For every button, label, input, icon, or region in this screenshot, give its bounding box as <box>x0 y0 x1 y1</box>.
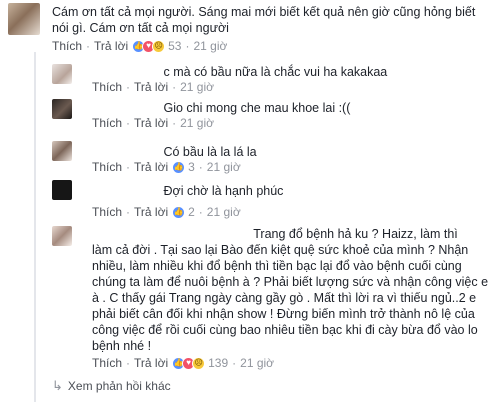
reply-text: Có bầu là la lá la <box>80 144 490 160</box>
reply-message-first-line: Trang đổ bệnh hả ku ? Haizz, làm thì <box>253 227 458 241</box>
separator: · <box>172 80 177 94</box>
reply-message: Gio chi mong che mau khoe lai :(( <box>163 101 351 115</box>
like-reaction-icon: 👍 <box>172 205 186 219</box>
separator: · <box>198 160 203 174</box>
redacted-name <box>80 147 160 159</box>
redacted-name <box>80 103 160 115</box>
reply-actions: Thích · Trả lời 👍 2 · 21 giờ <box>92 204 241 220</box>
like-link[interactable]: Thích <box>92 79 122 95</box>
reply-arrow-icon: ↳ <box>52 378 63 393</box>
reply-link[interactable]: Trả lời <box>94 38 128 54</box>
timestamp[interactable]: 21 giờ <box>193 38 227 54</box>
avatar[interactable] <box>52 226 72 246</box>
reaction-count: 139 <box>208 356 229 370</box>
separator: · <box>198 205 203 219</box>
more-replies-label: Xem phản hồi khác <box>67 379 171 393</box>
avatar[interactable] <box>52 64 72 84</box>
reaction-summary[interactable]: 👍 ♥ ☹ 139 <box>172 355 228 371</box>
reaction-count: 53 <box>168 39 182 53</box>
like-link[interactable]: Thích <box>92 159 122 175</box>
avatar[interactable] <box>8 3 40 35</box>
redacted-name <box>80 67 160 79</box>
reaction-summary[interactable]: 👍 ♥ ☹ 53 <box>132 38 181 54</box>
like-link[interactable]: Thích <box>92 355 122 371</box>
like-link[interactable]: Thích <box>92 204 122 220</box>
reaction-summary[interactable]: 👍 2 <box>172 204 195 220</box>
timestamp[interactable]: 21 giờ <box>207 204 241 220</box>
reply-link[interactable]: Trả lời <box>134 204 168 220</box>
comment-text: Cám ơn tất cả mọi người. Sáng mai mới bi… <box>52 5 476 35</box>
reaction-count: 3 <box>188 160 195 174</box>
like-reaction-icon: 👍 <box>172 160 186 174</box>
reply-actions: Thích · Trả lời 👍 3 · 21 giờ <box>92 159 241 175</box>
separator: · <box>126 80 131 94</box>
reply-message: Đợi chờ là hạnh phúc <box>163 184 284 198</box>
redacted-name <box>80 186 160 198</box>
timestamp[interactable]: 21 giờ <box>207 159 241 175</box>
timestamp[interactable]: 21 giờ <box>240 355 274 371</box>
sad-reaction-icon: ☹ <box>192 356 206 370</box>
reply-message: c mà có bầu nữa là chắc vui ha kakakaa <box>163 65 388 79</box>
reply-link[interactable]: Trả lời <box>134 115 168 131</box>
separator: · <box>172 116 177 130</box>
timestamp[interactable]: 21 giờ <box>180 115 214 131</box>
reply-actions: Thích · Trả lời · 21 giờ <box>92 115 214 131</box>
avatar[interactable] <box>52 99 72 119</box>
avatar[interactable] <box>52 141 72 161</box>
separator: · <box>126 160 131 174</box>
separator: · <box>232 356 237 370</box>
comment-actions: Thích · Trả lời 👍 ♥ ☹ 53 · 21 giờ <box>52 38 227 54</box>
separator: · <box>86 39 91 53</box>
separator: · <box>126 356 131 370</box>
reaction-summary[interactable]: 👍 3 <box>172 159 195 175</box>
reply-text: Trang đổ bệnh hả ku ? Haizz, làm thì <box>80 226 490 242</box>
reply-link[interactable]: Trả lời <box>134 79 168 95</box>
reply-text: c mà có bầu nữa là chắc vui ha kakakaa <box>80 64 490 80</box>
like-link[interactable]: Thích <box>52 38 82 54</box>
reaction-count: 2 <box>188 205 195 219</box>
more-replies-link[interactable]: ↳ Xem phản hồi khác <box>52 378 171 394</box>
separator: · <box>185 39 190 53</box>
separator: · <box>126 205 131 219</box>
redacted-name <box>80 229 250 241</box>
reply-message: Có bầu là la lá la <box>163 145 257 159</box>
timestamp[interactable]: 21 giờ <box>180 79 214 95</box>
separator: · <box>126 116 131 130</box>
reply-link[interactable]: Trả lời <box>134 355 168 371</box>
avatar[interactable] <box>52 180 72 200</box>
reply-message-body: làm cả đời . Tại sao lại Bào đến kiệt qu… <box>92 243 489 353</box>
like-link[interactable]: Thích <box>92 115 122 131</box>
reply-text: Đợi chờ là hạnh phúc <box>80 183 490 199</box>
sad-reaction-icon: ☹ <box>152 39 166 53</box>
reply-text: Gio chi mong che mau khoe lai :(( <box>80 100 490 116</box>
reply-actions: Thích · Trả lời · 21 giờ <box>92 79 214 95</box>
reply-link[interactable]: Trả lời <box>134 159 168 175</box>
reply-actions: Thích · Trả lời 👍 ♥ ☹ 139 · 21 giờ <box>92 355 274 371</box>
reply-thread-rail <box>34 52 36 402</box>
